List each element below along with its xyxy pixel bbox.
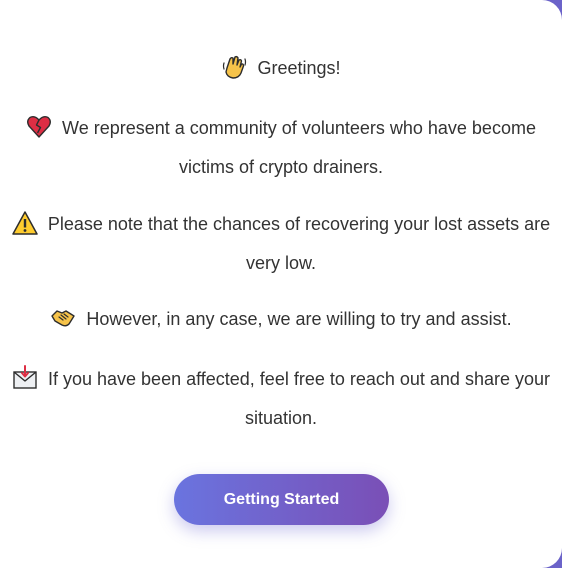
handshake-icon: [50, 305, 76, 331]
warning-icon: [12, 210, 38, 236]
greeting-message: Greetings!: [0, 49, 562, 88]
warning-message: Please note that the chances of recoveri…: [0, 205, 562, 283]
waving-hand-icon: [221, 54, 247, 80]
contact-text: If you have been affected, feel free to …: [47, 369, 550, 428]
contact-message: If you have been affected, feel free to …: [0, 360, 562, 438]
community-message: We represent a community of volunteers w…: [0, 109, 562, 187]
welcome-card: Greetings! We represent a community of v…: [0, 0, 562, 568]
getting-started-button[interactable]: Getting Started: [174, 474, 389, 525]
warning-text: Please note that the chances of recoveri…: [47, 214, 551, 273]
assist-text: However, in any case, we are willing to …: [86, 309, 512, 329]
greeting-text: Greetings!: [257, 58, 341, 78]
incoming-envelope-icon: [12, 365, 38, 391]
broken-heart-icon: [26, 114, 52, 140]
community-text: We represent a community of volunteers w…: [62, 118, 536, 177]
assist-message: However, in any case, we are willing to …: [0, 300, 562, 339]
